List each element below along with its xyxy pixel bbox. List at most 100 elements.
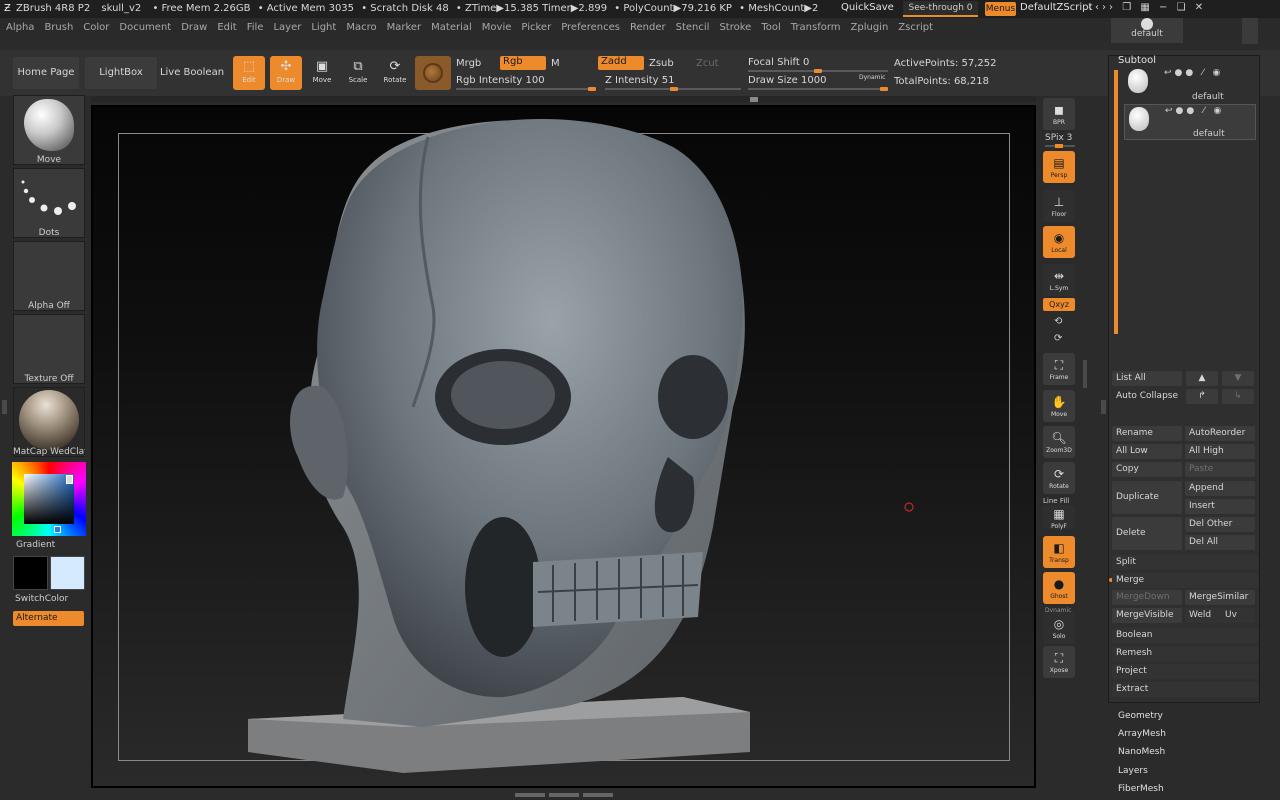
menu-render[interactable]: Render [626, 18, 670, 38]
del-other-button[interactable]: Del Other [1185, 517, 1255, 532]
move-to-bottom-button[interactable]: ↳ [1222, 389, 1254, 404]
menu-alpha[interactable]: Alpha [2, 18, 38, 38]
hue-marker-icon[interactable] [66, 475, 73, 484]
canvas-scroll-handle-icon[interactable] [515, 793, 613, 797]
paste-button[interactable]: Paste [1185, 462, 1255, 477]
subtool-toggles2[interactable]: ↩●● ⁄ ◉ [1165, 106, 1224, 116]
switchcolor-button[interactable]: SwitchColor [15, 594, 87, 604]
left-tray-handle-icon[interactable] [2, 400, 7, 414]
bpr-button[interactable]: ◼ BPR [1043, 98, 1075, 130]
dynamic-label[interactable]: Dynamic [859, 74, 885, 81]
menu-layer[interactable]: Layer [269, 18, 305, 38]
main-color-swatch[interactable] [50, 556, 85, 590]
menu-macro[interactable]: Macro [342, 18, 380, 38]
copy-button[interactable]: Copy [1112, 462, 1182, 477]
scroll-icon[interactable]: ‹‹›› [1088, 2, 1116, 13]
mrgb-button[interactable]: Mrgb [456, 58, 481, 69]
all-high-button[interactable]: All High [1185, 444, 1255, 459]
persp-button[interactable]: ▤ Persp [1043, 151, 1075, 183]
xyz-button[interactable]: Qxyz [1043, 298, 1075, 311]
minimize-icon[interactable]: − [1159, 2, 1170, 13]
menu-material[interactable]: Material [427, 18, 476, 38]
spix-slider[interactable] [1045, 144, 1075, 148]
nanomesh-section[interactable]: NanoMesh [1118, 747, 1165, 757]
right-tray-handle-icon[interactable] [1083, 360, 1087, 388]
boolean-section[interactable]: Boolean [1112, 628, 1258, 643]
draw-size-knob[interactable] [880, 87, 888, 91]
move-up-button[interactable]: ▲ [1186, 371, 1218, 386]
transp-button[interactable]: ◧ Transp [1043, 536, 1075, 568]
menu-zplugin[interactable]: Zplugin [847, 18, 893, 38]
zoom3d-button[interactable]: 🔍︎ Zoom3D [1043, 426, 1075, 458]
draw-size-slider[interactable] [748, 87, 888, 91]
current-tool-thumbnail[interactable]: default [1111, 18, 1183, 43]
spix-knob[interactable] [1055, 144, 1063, 148]
menu-zscript[interactable]: Zscript [894, 18, 937, 38]
uv-button[interactable]: Uv [1221, 608, 1255, 623]
skull-model[interactable] [93, 107, 1034, 786]
rgb-button[interactable]: Rgb [500, 56, 546, 70]
project-section[interactable]: Project [1112, 664, 1258, 679]
move-to-top-button[interactable]: ↱ [1186, 389, 1218, 404]
z-intensity-slider[interactable] [605, 87, 741, 91]
draw-button[interactable]: ✣ Draw [270, 56, 302, 90]
menu-draw[interactable]: Draw [177, 18, 211, 38]
zadd-button[interactable]: Zadd [598, 56, 644, 70]
tool-scroll-icon[interactable] [1242, 18, 1258, 44]
mergedown-button[interactable]: MergeDown [1112, 590, 1182, 605]
move-down-button[interactable]: ▼ [1222, 371, 1254, 386]
shelf-handle-icon[interactable] [750, 97, 758, 102]
seethrough-slider[interactable]: See-through 0 [903, 1, 978, 17]
spix-label[interactable]: SPix 3 [1045, 133, 1072, 143]
m-button[interactable]: M [551, 58, 560, 69]
scale-button[interactable]: ⧉ Scale [342, 56, 374, 90]
material-swatch-button[interactable] [415, 56, 451, 90]
secondary-color-swatch[interactable] [13, 556, 48, 590]
local-button[interactable]: ◉ Local [1043, 226, 1075, 258]
extract-section[interactable]: Extract [1112, 682, 1258, 697]
live-boolean-button[interactable]: Live Boolean [157, 57, 227, 89]
rgb-intensity-knob[interactable] [588, 87, 596, 91]
autoreorder-button[interactable]: AutoReorder [1185, 426, 1255, 441]
fibermesh-section[interactable]: FiberMesh [1118, 784, 1164, 794]
rotate-axis-icon[interactable]: ⟲ [1054, 316, 1062, 327]
insert-button[interactable]: Insert [1185, 499, 1255, 514]
menu-file[interactable]: File [243, 18, 268, 38]
popout-icon[interactable]: ❐ [1122, 2, 1134, 13]
zsub-button[interactable]: Zsub [649, 58, 674, 69]
rgb-intensity-slider[interactable] [456, 87, 596, 91]
arraymesh-section[interactable]: ArrayMesh [1118, 729, 1166, 739]
menu-document[interactable]: Document [115, 18, 175, 38]
close-icon[interactable]: ✕ [1195, 2, 1206, 13]
append-button[interactable]: Append [1185, 481, 1255, 496]
delete-button[interactable]: Delete [1112, 517, 1182, 550]
merge-section[interactable]: Merge [1112, 573, 1258, 588]
rotate-button[interactable]: ⟳ Rotate [379, 56, 411, 90]
quicksave-button[interactable]: QuickSave [841, 2, 894, 13]
move-button[interactable]: ▣ Move [306, 56, 338, 90]
rename-button[interactable]: Rename [1112, 426, 1182, 441]
menu-transform[interactable]: Transform [787, 18, 845, 38]
weld-button[interactable]: Weld [1185, 608, 1221, 623]
menu-stroke[interactable]: Stroke [715, 18, 755, 38]
split-section[interactable]: Split [1112, 555, 1258, 570]
floor-button[interactable]: ⊥ Floor [1043, 190, 1075, 222]
color-picker[interactable] [12, 462, 86, 536]
zcut-button[interactable]: Zcut [696, 58, 719, 69]
focal-shift-slider[interactable] [748, 69, 888, 73]
subtool-item-1[interactable]: ↩●● ⁄ ◉ default [1124, 67, 1256, 103]
subtool-scrollbar[interactable] [1114, 70, 1118, 334]
menu-brush[interactable]: Brush [40, 18, 77, 38]
menu-edit[interactable]: Edit [213, 18, 240, 38]
focal-shift-knob[interactable] [814, 69, 822, 73]
menus-button[interactable]: Menus [985, 2, 1016, 16]
gradient-label[interactable]: Gradient [16, 540, 88, 550]
menu-movie[interactable]: Movie [478, 18, 516, 38]
value-marker-icon[interactable] [54, 526, 61, 533]
menu-stencil[interactable]: Stencil [672, 18, 714, 38]
z-intensity-knob[interactable] [670, 87, 678, 91]
xpose-button[interactable]: ⛶ Xpose [1043, 646, 1075, 678]
menu-color[interactable]: Color [79, 18, 113, 38]
del-all-button[interactable]: Del All [1185, 535, 1255, 550]
list-all-button[interactable]: List All [1112, 371, 1182, 386]
